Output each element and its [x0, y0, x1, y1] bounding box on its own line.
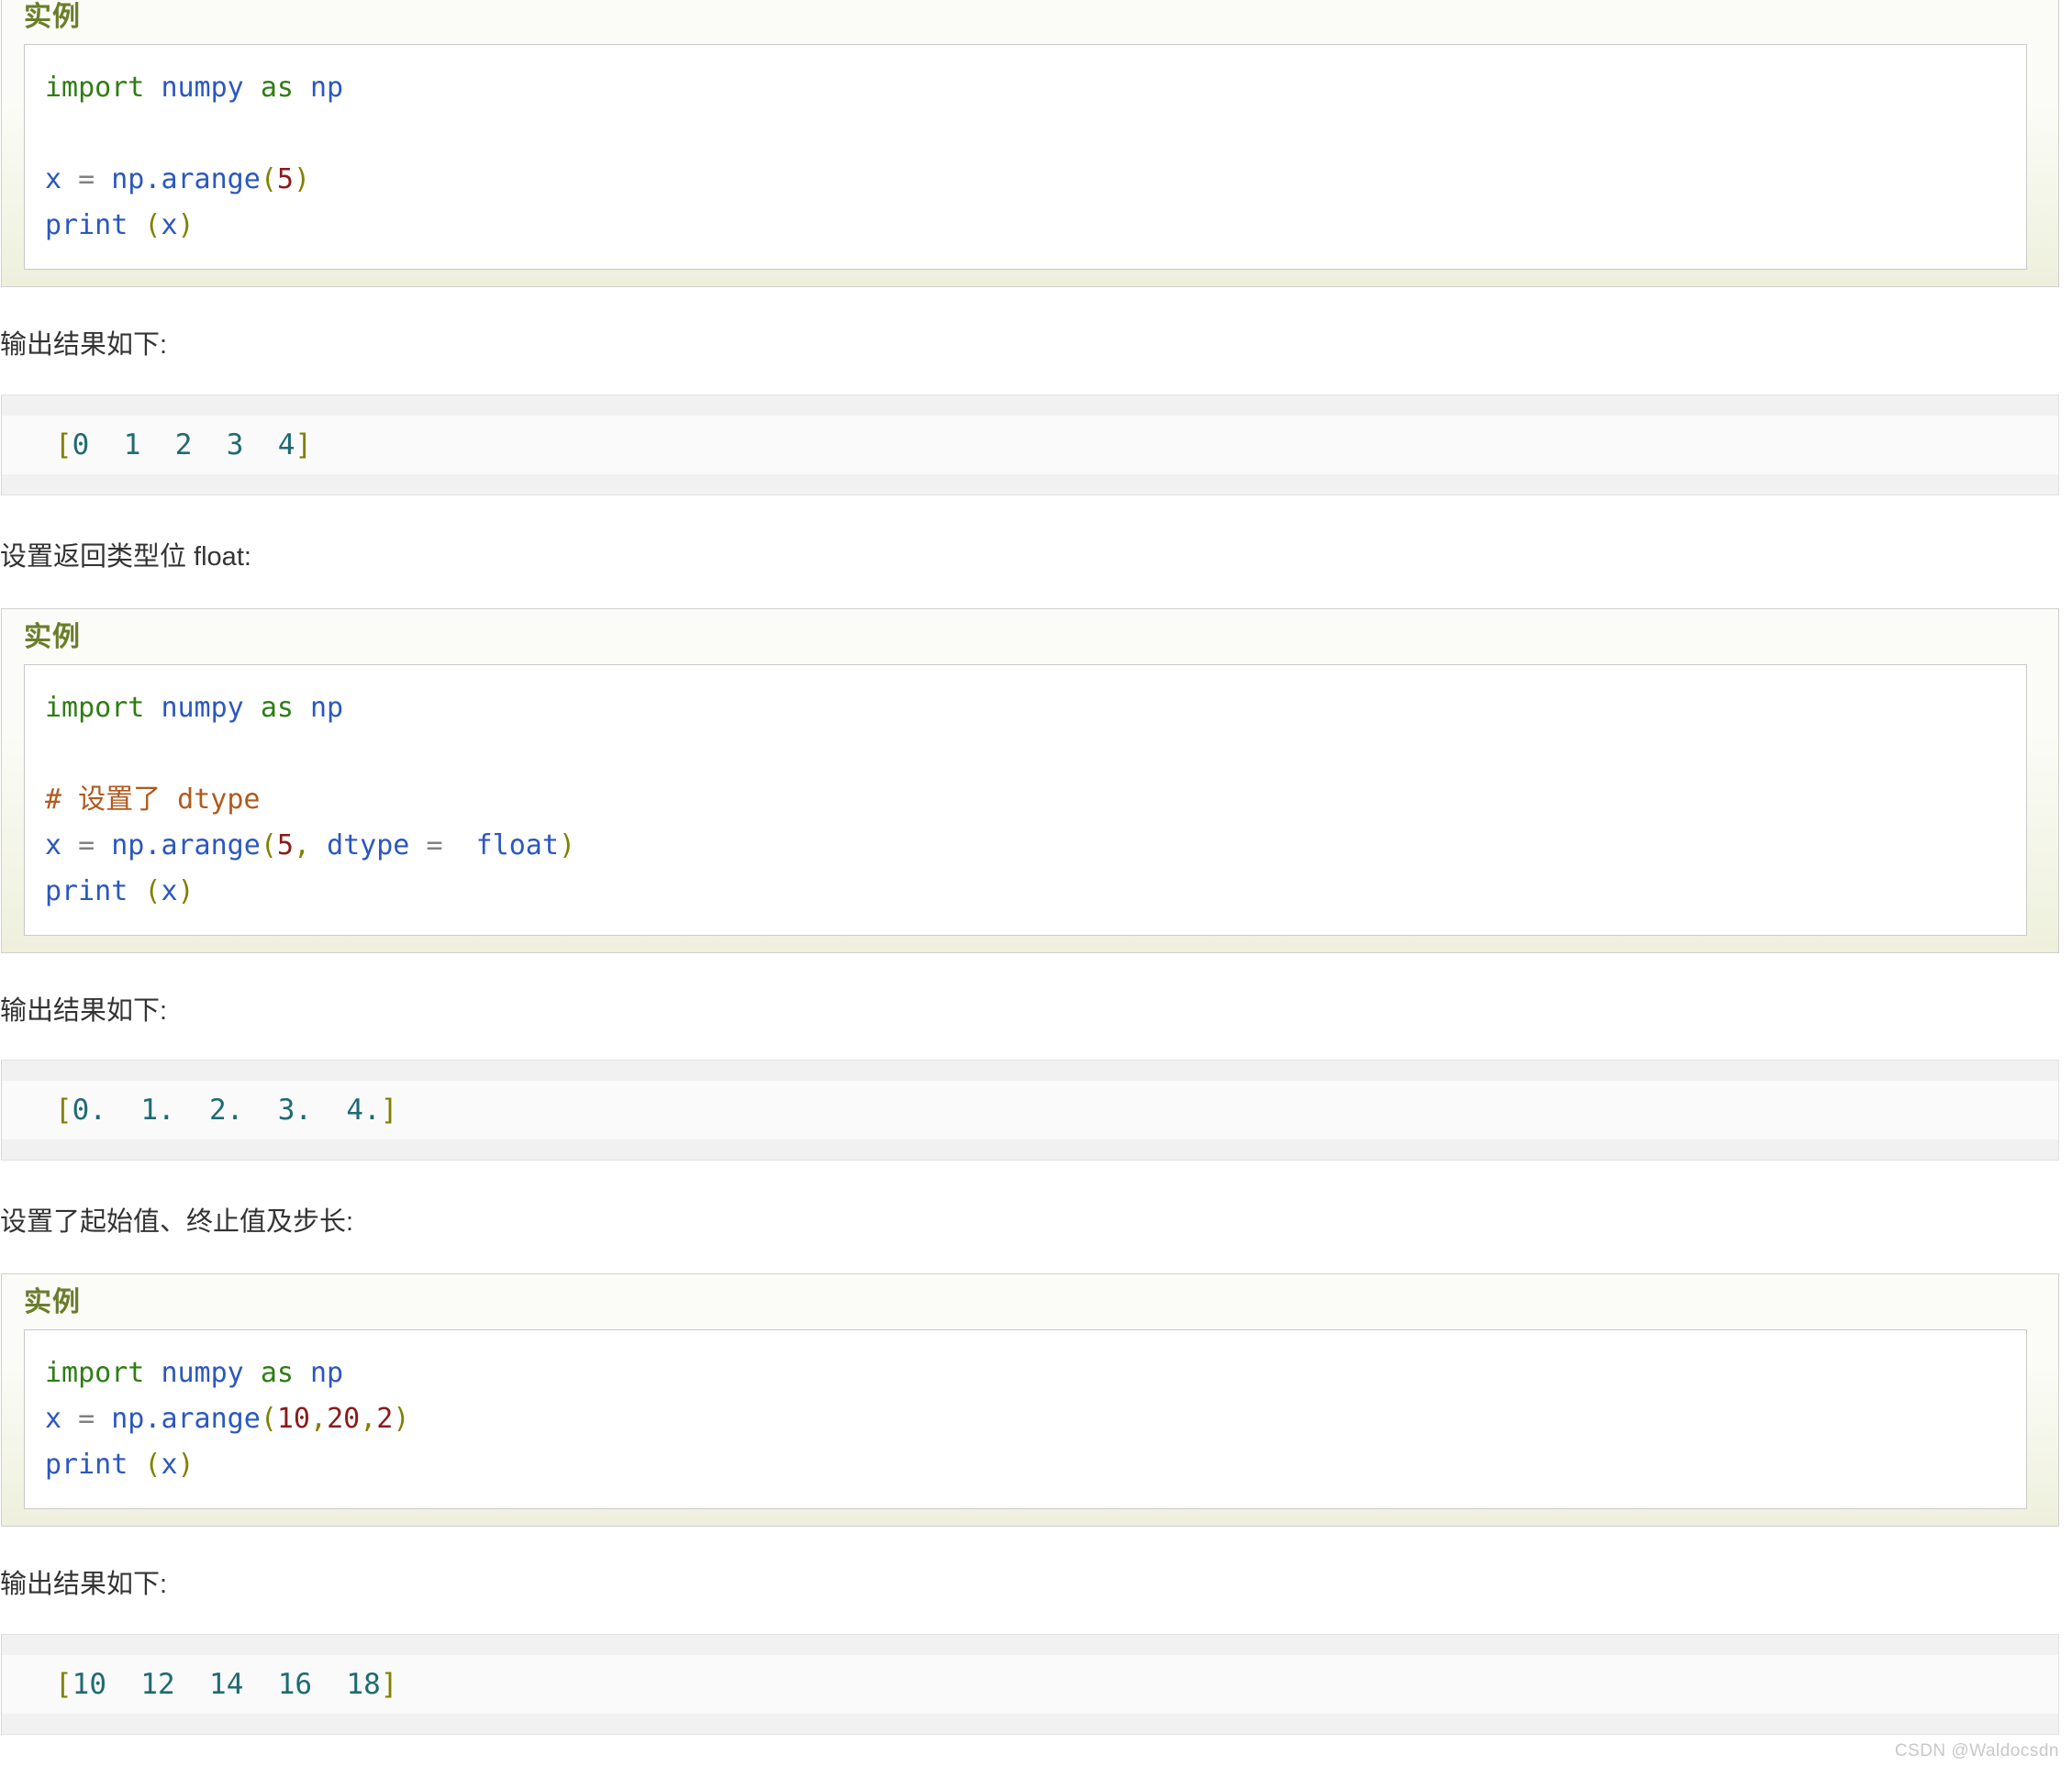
output-inner-2: [0. 1. 2. 3. 4.]: [2, 1081, 2058, 1140]
code-block-1: import numpy as np x = np.arange(5) prin…: [45, 72, 344, 241]
output-text-3: [10 12 14 16 18]: [55, 1667, 398, 1701]
output-intro-1: 输出结果如下:: [0, 330, 168, 360]
example-title-1: 实例: [24, 2, 81, 32]
example-panel-2: 实例 import numpy as np # 设置了 dtype x = np…: [1, 607, 2059, 953]
example-panel-3: 实例 import numpy as np x = np.arange(10,2…: [1, 1273, 2059, 1528]
output-intro-2: 输出结果如下:: [0, 995, 168, 1026]
example-title-3: 实例: [24, 1287, 81, 1318]
output-panel-3: [10 12 14 16 18]: [1, 1633, 2059, 1735]
output-inner-3: [10 12 14 16 18]: [2, 1654, 2058, 1714]
code-pane-1[interactable]: import numpy as np x = np.arange(5) prin…: [24, 44, 2027, 270]
code-block-2: import numpy as np # 设置了 dtype x = np.ar…: [45, 691, 575, 907]
section-intro-2: 设置返回类型位 float:: [0, 541, 251, 572]
output-intro-3: 输出结果如下:: [0, 1570, 168, 1600]
example-title-2: 实例: [24, 621, 81, 652]
example-panel-1: 实例 import numpy as np x = np.arange(5) p…: [1, 0, 2059, 287]
code-block-3: import numpy as np x = np.arange(10,20,2…: [45, 1357, 410, 1482]
code-pane-3[interactable]: import numpy as np x = np.arange(10,20,2…: [24, 1329, 2027, 1510]
output-panel-2: [0. 1. 2. 3. 4.]: [1, 1060, 2059, 1161]
watermark: CSDN @Waldocsdn: [1894, 1741, 2059, 1761]
output-text-1: [0 1 2 3 4]: [55, 428, 313, 461]
output-inner-1: [0 1 2 3 4]: [2, 415, 2058, 474]
output-text-2: [0. 1. 2. 3. 4.]: [55, 1094, 398, 1128]
output-panel-1: [0 1 2 3 4]: [1, 394, 2059, 495]
code-pane-2[interactable]: import numpy as np # 设置了 dtype x = np.ar…: [24, 663, 2027, 936]
section-intro-3: 设置了起始值、终止值及步长:: [0, 1207, 354, 1238]
